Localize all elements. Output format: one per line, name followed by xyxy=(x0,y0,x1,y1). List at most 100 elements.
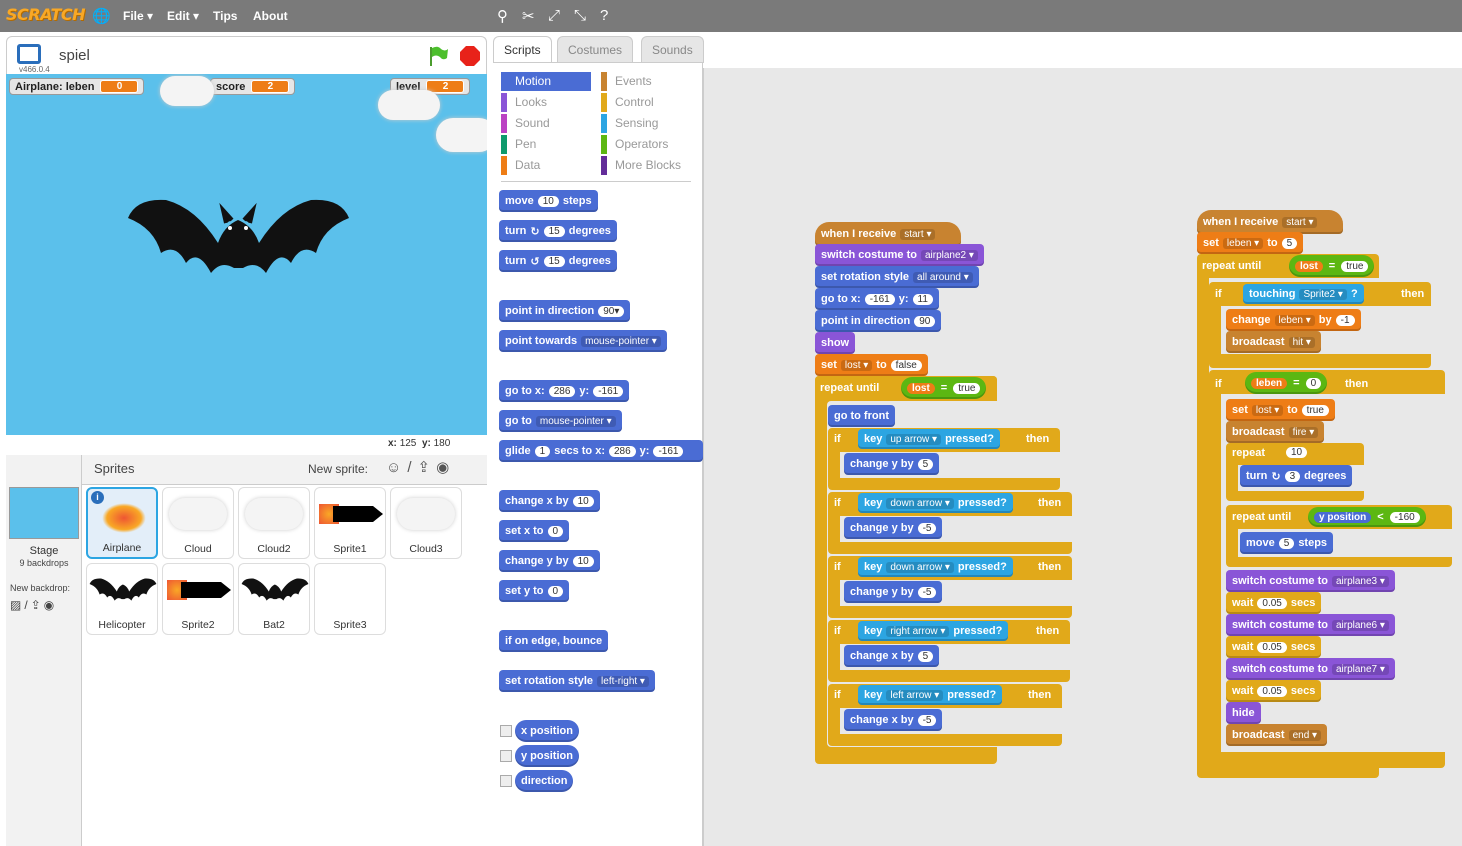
block-broadcast-hit[interactable]: broadcast hit xyxy=(1226,331,1321,353)
block-hide[interactable]: hide xyxy=(1226,702,1261,724)
block-change-y[interactable]: change y by 10 xyxy=(499,550,600,572)
block-when-receive[interactable]: when I receive start xyxy=(1197,210,1343,234)
block-move-steps[interactable]: move 10 steps xyxy=(499,190,598,212)
block-point-towards[interactable]: point towards mouse-pointer xyxy=(499,330,667,352)
category-sensing[interactable]: Sensing xyxy=(601,114,666,133)
menu-tips[interactable]: Tips xyxy=(213,9,237,23)
reporter-direction[interactable]: direction xyxy=(515,770,574,792)
block-set-rotation-style[interactable]: set rotation style all around xyxy=(815,266,979,288)
reporter-x-position[interactable]: x position xyxy=(515,720,579,742)
block-change-x[interactable]: change x by -5 xyxy=(844,709,943,731)
sprite-tile-cloud[interactable]: Cloud xyxy=(162,487,234,559)
stage-thumbnail[interactable] xyxy=(9,487,79,539)
category-operators[interactable]: Operators xyxy=(601,135,676,154)
block-switch-costume[interactable]: switch costume to airplane2 xyxy=(815,244,984,266)
menu-edit[interactable]: Edit ▾ xyxy=(167,9,199,23)
sprite-tile-bat2[interactable]: Bat2 xyxy=(238,563,310,635)
block-show[interactable]: show xyxy=(815,332,856,354)
block-wait[interactable]: wait 0.05 secs xyxy=(1226,592,1322,614)
upload-sprite-icon[interactable]: ⇪ xyxy=(418,459,437,476)
block-edge-bounce[interactable]: if on edge, bounce xyxy=(499,630,609,652)
tab-scripts[interactable]: Scripts xyxy=(493,36,552,63)
sensing-touching[interactable]: touchingSprite2? xyxy=(1243,284,1364,304)
sprite-tile-sprite3[interactable]: Sprite3 xyxy=(314,563,386,635)
block-move-steps[interactable]: move 5 steps xyxy=(1240,532,1334,554)
globe-icon[interactable]: 🌐 xyxy=(92,7,111,25)
block-change-y[interactable]: change y by -5 xyxy=(844,581,943,603)
shrink-icon[interactable]: ⤡ xyxy=(574,7,586,24)
operator-equals[interactable]: leben = 0 xyxy=(1245,372,1328,394)
sensing-key-pressed[interactable]: keyup arrowpressed? xyxy=(858,429,1000,449)
sensing-key-pressed[interactable]: keyleft arrowpressed? xyxy=(858,685,1003,705)
sensing-key-pressed[interactable]: keydown arrowpressed? xyxy=(858,493,1013,513)
sensing-key-pressed[interactable]: keyright arrowpressed? xyxy=(858,621,1009,641)
block-goto-xy[interactable]: go to x: -161 y: 11 xyxy=(815,288,939,310)
block-when-receive[interactable]: when I receive start xyxy=(815,222,961,246)
block-turn-left[interactable]: turn ↺ 15 degrees xyxy=(499,250,617,272)
help-icon[interactable]: ? xyxy=(600,7,608,24)
category-data[interactable]: Data xyxy=(501,156,548,175)
block-goto[interactable]: go to mouse-pointer xyxy=(499,410,622,432)
block-switch-costume-airplane3[interactable]: switch costume to airplane3 xyxy=(1226,570,1395,592)
block-broadcast-end[interactable]: broadcast end xyxy=(1226,724,1328,746)
stage-canvas[interactable]: Airplane: leben 0 score 2 level 2 xyxy=(6,74,487,435)
block-goto-xy[interactable]: go to x: 286 y: -161 xyxy=(499,380,630,402)
sprite-tile-sprite2[interactable]: Sprite2 xyxy=(162,563,234,635)
delete-scissors-icon[interactable]: ✂ xyxy=(522,7,535,25)
operator-equals[interactable]: lost = true xyxy=(1289,255,1375,277)
grow-icon[interactable]: ⤢ xyxy=(548,7,560,24)
block-set-lost-false[interactable]: setlosttofalse xyxy=(815,354,928,376)
upload-backdrop-icon[interactable]: ⇪ xyxy=(31,598,44,612)
checkbox-y-position[interactable] xyxy=(500,750,512,762)
category-events[interactable]: Events xyxy=(601,72,660,91)
block-turn-right[interactable]: turn ↻ 3 degrees xyxy=(1240,465,1353,487)
tab-costumes[interactable]: Costumes xyxy=(557,36,634,63)
reporter-y-position[interactable]: y position xyxy=(515,745,579,767)
sprite-tile-helicopter[interactable]: Helicopter xyxy=(86,563,158,635)
menu-file[interactable]: File ▾ xyxy=(123,9,153,23)
scripts-area[interactable]: when I receivestart switch costume toair… xyxy=(703,68,1462,846)
category-more-blocks[interactable]: More Blocks xyxy=(601,156,689,175)
sprite-tile-cloud3[interactable]: Cloud3 xyxy=(390,487,462,559)
sprite-tile-airplane[interactable]: i Airplane xyxy=(86,487,158,559)
block-turn-right[interactable]: turn ↻ 15 degrees xyxy=(499,220,617,242)
camera-sprite-icon[interactable]: ◉ xyxy=(436,459,455,476)
category-pen[interactable]: Pen xyxy=(501,135,544,154)
sprite-tile-sprite1[interactable]: Sprite1 xyxy=(314,487,386,559)
stop-icon[interactable] xyxy=(459,45,481,67)
camera-backdrop-icon[interactable]: ◉ xyxy=(44,598,57,612)
block-point-direction[interactable]: point in direction 90 xyxy=(815,310,942,332)
block-wait[interactable]: wait 0.05 secs xyxy=(1226,680,1322,702)
checkbox-x-position[interactable] xyxy=(500,725,512,737)
fullscreen-icon[interactable] xyxy=(17,44,41,64)
paint-backdrop-icon[interactable]: ▨ xyxy=(10,598,24,612)
block-set-x[interactable]: set x to 0 xyxy=(499,520,570,542)
scratch-logo[interactable]: SCRATCH xyxy=(6,5,85,24)
block-change-y[interactable]: change y by -5 xyxy=(844,517,943,539)
project-title[interactable]: spiel xyxy=(59,47,90,64)
sprite-library-icon[interactable]: ☺ xyxy=(386,459,407,476)
block-set-lost-true[interactable]: setlosttotrue xyxy=(1226,399,1335,421)
block-set-rotation-style[interactable]: set rotation style left-right xyxy=(499,670,655,692)
category-control[interactable]: Control xyxy=(601,93,662,112)
duplicate-stamp-icon[interactable]: ⚲ xyxy=(497,7,508,25)
operator-equals[interactable]: lost = true xyxy=(901,377,987,399)
block-broadcast-fire[interactable]: broadcast fire xyxy=(1226,421,1325,443)
block-change-x[interactable]: change x by 5 xyxy=(844,645,940,667)
block-glide[interactable]: glide 1 secs to x: 286 y: -161 xyxy=(499,440,703,462)
operator-less-than[interactable]: y position < -160 xyxy=(1308,507,1426,527)
menu-about[interactable]: About xyxy=(253,9,288,23)
block-switch-costume-airplane7[interactable]: switch costume to airplane7 xyxy=(1226,658,1395,680)
category-sound[interactable]: Sound xyxy=(501,114,558,133)
block-change-y[interactable]: change y by 5 xyxy=(844,453,940,475)
sensing-key-pressed[interactable]: keydown arrowpressed? xyxy=(858,557,1013,577)
category-looks[interactable]: Looks xyxy=(501,93,555,112)
tab-sounds[interactable]: Sounds xyxy=(641,36,704,63)
block-change-x[interactable]: change x by 10 xyxy=(499,490,600,512)
checkbox-direction[interactable] xyxy=(500,775,512,787)
block-wait[interactable]: wait 0.05 secs xyxy=(1226,636,1322,658)
category-motion[interactable]: Motion xyxy=(501,72,591,91)
block-point-direction[interactable]: point in direction 90▾ xyxy=(499,300,631,322)
block-go-front[interactable]: go to front xyxy=(828,405,895,427)
block-set-y[interactable]: set y to 0 xyxy=(499,580,570,602)
